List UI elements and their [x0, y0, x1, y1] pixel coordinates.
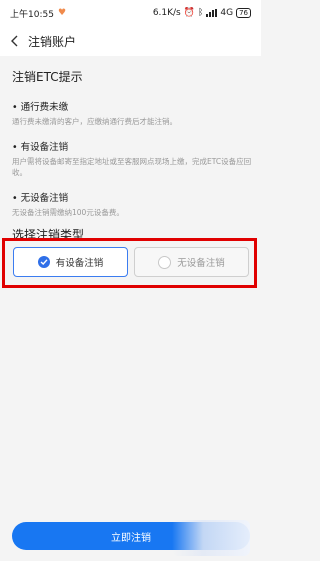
battery-icon: 76 — [236, 8, 251, 18]
bluetooth-icon: ᛒ — [197, 8, 204, 18]
notice-item: • 有设备注销 用户需将设备邮寄至指定地址或至客服网点现场上缴，完成ETC设备应… — [12, 139, 252, 178]
notice-item-title: • 无设备注销 — [12, 193, 69, 204]
notice-title: 注销ETC提示 — [12, 70, 83, 84]
cancel-now-label: 立即注销 — [111, 532, 151, 544]
status-time: 上午10:55 — [10, 9, 54, 20]
battery-level: 76 — [239, 9, 248, 17]
notice-item: • 通行费未缴 通行费未缴清的客户，应缴纳通行费后才能注销。 — [12, 99, 252, 127]
page-title: 注销账户 — [28, 34, 77, 49]
notice-item: • 无设备注销 无设备注销需缴纳100元设备费。 — [12, 190, 252, 218]
notice-section: 注销ETC提示 • 通行费未缴 通行费未缴清的客户，应缴纳通行费后才能注销。 •… — [12, 68, 252, 230]
status-bar: 上午10:55 ♥ 6.1K/s ⏰ ᛒ 4G 76 — [0, 0, 261, 26]
option-label: 有设备注销 — [55, 258, 104, 269]
signal-icon — [206, 9, 218, 17]
back-button[interactable] — [0, 26, 28, 56]
chevron-left-icon — [10, 35, 17, 47]
notice-item-desc: 通行费未缴清的客户，应缴纳通行费后才能注销。 — [12, 117, 177, 126]
option-without-device[interactable]: 无设备注销 — [134, 247, 249, 277]
heart-icon: ♥ — [57, 8, 67, 18]
notice-item-title: • 通行费未缴 — [12, 102, 69, 113]
net-speed: 6.1K/s — [152, 8, 181, 18]
option-label: 无设备注销 — [177, 258, 225, 269]
page-header: 注销账户 — [0, 26, 261, 56]
option-with-device[interactable]: 有设备注销 — [13, 247, 128, 277]
checkmark-icon — [37, 256, 50, 268]
notice-item-desc: 无设备注销需缴纳100元设备费。 — [12, 208, 124, 217]
radio-icon — [158, 255, 172, 269]
network-type: 4G — [220, 8, 234, 18]
notice-item-desc: 用户需将设备邮寄至指定地址或至客服网点现场上缴，完成ETC设备应回收。 — [12, 157, 252, 177]
blurred-overlay — [172, 520, 250, 556]
alarm-icon: ⏰ — [183, 8, 195, 18]
notice-item-title: • 有设备注销 — [12, 142, 69, 153]
